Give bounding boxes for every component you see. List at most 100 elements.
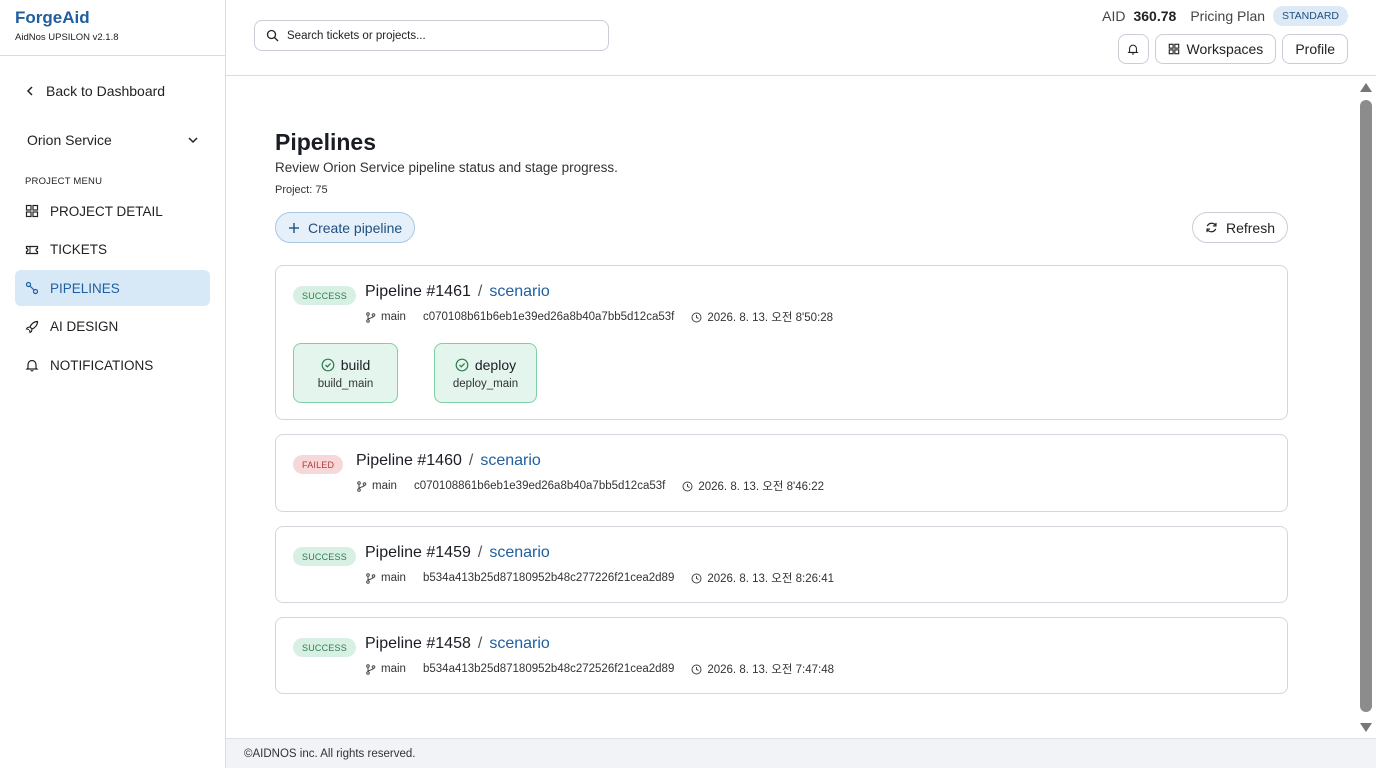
commit-sha: c070108b61b6eb1e39ed26a8b40a7bb5d12ca53f [423,311,675,323]
check-circle-icon [321,358,335,371]
stage-name: build [321,356,371,373]
sidebar-item-label: PROJECT DETAIL [50,203,163,219]
title-separator: / [468,452,474,469]
status-badge: SUCCESS [293,286,356,305]
branch-name: main [381,572,406,584]
status-badge: SUCCESS [293,547,356,566]
create-pipeline-label: Create pipeline [308,219,403,236]
sidebar-item-label: PIPELINES [50,280,120,296]
project-name: Orion Service [27,132,112,148]
stage-deploy[interactable]: deploy deploy_main [434,343,537,403]
refresh-button[interactable]: Refresh [1191,212,1288,243]
brand-logo-text[interactable]: ForgeAid [15,8,210,28]
project-menu-heading: PROJECT MENU [25,176,103,187]
search-bar[interactable] [254,20,609,51]
clock-icon [682,481,693,491]
search-icon [266,29,279,42]
stage-name-text: deploy [474,356,517,373]
timestamp: 2026. 8. 13. 오전 8'50:28 [691,309,833,325]
pipeline-card[interactable]: FAILED Pipeline #1460 / scenario main c0… [275,434,1288,512]
refresh-icon [1206,222,1217,233]
branch-name: main [381,311,406,323]
sidebar-item-ai-design[interactable]: AI DESIGN [15,309,210,345]
back-to-dashboard-link[interactable]: Back to Dashboard [24,83,165,99]
pipeline-source-link[interactable]: scenario [480,452,540,470]
grid-icon [1168,43,1179,55]
back-label: Back to Dashboard [46,83,166,99]
pricing-plan-label: Pricing Plan [1190,8,1266,24]
timestamp-text: 2026. 8. 13. 오전 8'50:28 [707,312,834,324]
commit-sha: b534a413b25d87180952b48c277226f21cea2d89 [423,572,675,584]
git-branch-icon [366,311,376,323]
pipeline-number[interactable]: Pipeline #1458 [365,635,471,653]
branch-name: main [372,480,397,492]
search-input[interactable] [287,29,587,42]
git-branch-icon [366,663,376,675]
create-pipeline-button[interactable]: Create pipeline [275,212,416,243]
scroll-down-arrow[interactable] [1360,723,1372,732]
rocket-icon [25,320,39,334]
sidebar-item-notifications[interactable]: NOTIFICATIONS [15,347,210,383]
project-menu: PROJECT DETAIL TICKETS PIPELINES AI DESI… [15,193,210,386]
sidebar-item-label: NOTIFICATIONS [50,357,154,373]
brand: ForgeAid AidNos UPSILON v2.1.8 [0,0,225,56]
scroll-up-arrow[interactable] [1360,83,1372,92]
profile-button[interactable]: Profile [1282,34,1348,64]
git-branch-icon [366,572,376,584]
stage-name-text: build [340,356,371,373]
pipeline-meta: main b534a413b25d87180952b48c272526f21ce… [365,661,834,677]
timestamp: 2026. 8. 13. 오전 7:47:48 [691,661,834,677]
workspaces-button[interactable]: Workspaces [1154,34,1277,64]
scrollbar-thumb[interactable] [1360,100,1372,712]
git-branch-icon [357,480,367,492]
plus-icon [289,222,299,233]
workspaces-label: Workspaces [1186,41,1264,57]
project-id: Project: 75 [275,184,328,196]
pipeline-meta: main c070108b61b6eb1e39ed26a8b40a7bb5d12… [365,309,833,325]
header-divider [226,75,1376,76]
stage-name: deploy [455,357,516,373]
pipeline-source-link[interactable]: scenario [489,635,549,653]
branch-name: main [381,663,406,675]
stage-build[interactable]: build build_main [293,343,398,403]
sidebar-item-tickets[interactable]: TICKETS [15,232,210,268]
branch: main [365,663,423,675]
title-separator: / [477,283,483,300]
grid-icon [25,204,39,218]
pipeline-number[interactable]: Pipeline #1461 [365,283,471,301]
status-badge: FAILED [293,455,344,474]
clock-icon [691,664,702,674]
timestamp-text: 2026. 8. 13. 오전 8:26:41 [707,573,835,585]
profile-label: Profile [1295,41,1335,57]
pipeline-card[interactable]: SUCCESS Pipeline #1459 / scenario main b… [275,526,1288,603]
pipeline-number[interactable]: Pipeline #1459 [365,544,471,562]
check-circle-icon [455,358,469,371]
pipeline-card[interactable]: SUCCESS Pipeline #1461 / scenario main c… [275,265,1288,420]
notifications-button[interactable] [1117,34,1149,64]
footer: ©AIDNOS inc. All rights reserved. [226,738,1376,768]
project-selector[interactable]: Orion Service [27,132,199,148]
title-separator: / [477,635,483,652]
timestamp-text: 2026. 8. 13. 오전 7:47:48 [707,664,835,676]
clock-icon [691,312,702,322]
bell-icon [1127,44,1139,55]
chevron-down-icon [188,137,198,144]
timestamp: 2026. 8. 13. 오전 8:26:41 [691,570,834,586]
pipeline-title: Pipeline #1459 / scenario [365,544,550,562]
sidebar-item-pipelines[interactable]: PIPELINES [15,270,210,307]
commit-sha: b534a413b25d87180952b48c272526f21cea2d89 [423,663,675,675]
aid-balance: 360.78 [1133,8,1177,24]
branch: main [365,572,423,584]
pipeline-meta: main b534a413b25d87180952b48c277226f21ce… [365,570,834,586]
pipeline-number[interactable]: Pipeline #1460 [356,452,462,470]
account-info: AID 360.78 Pricing Plan STANDARD [1102,5,1348,27]
sidebar-item-project-detail[interactable]: PROJECT DETAIL [15,193,210,229]
pipeline-source-link[interactable]: scenario [489,544,549,562]
page-subtitle: Review Orion Service pipeline status and… [275,160,618,175]
pipeline-source-link[interactable]: scenario [489,283,549,301]
pipeline-title: Pipeline #1461 / scenario [365,283,550,301]
bell-icon [25,360,39,372]
plan-badge[interactable]: STANDARD [1273,6,1348,26]
pipeline-title: Pipeline #1458 / scenario [365,635,550,653]
pipeline-card[interactable]: SUCCESS Pipeline #1458 / scenario main b… [275,617,1288,694]
